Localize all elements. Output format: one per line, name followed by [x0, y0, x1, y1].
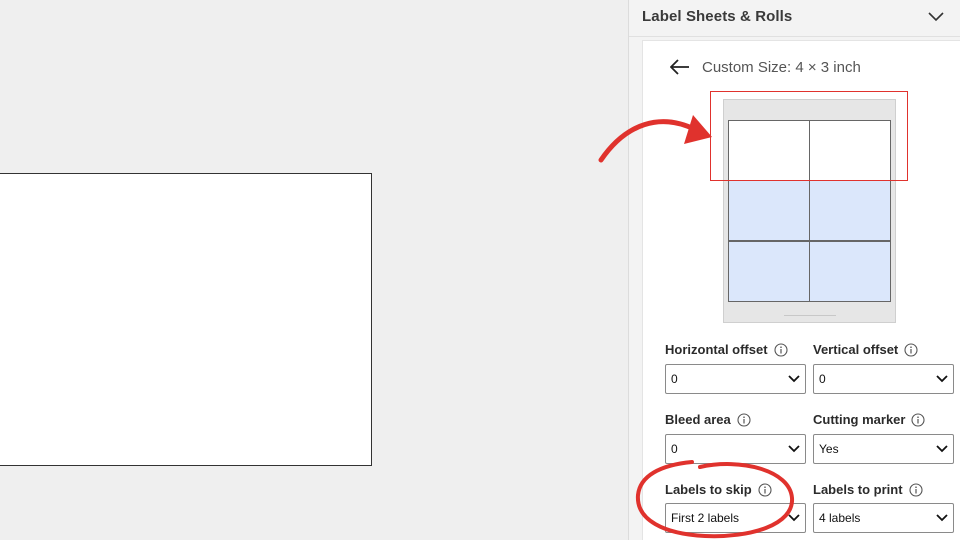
vertical-offset-label-text: Vertical offset [813, 342, 899, 357]
chevron-down-icon [936, 514, 948, 522]
info-icon[interactable] [911, 412, 926, 427]
labels-to-print-select[interactable]: 4 labels [813, 503, 954, 533]
chevron-down-icon[interactable] [924, 6, 948, 28]
chevron-down-icon [936, 445, 948, 453]
info-icon[interactable] [909, 482, 923, 497]
chevron-down-icon [788, 375, 800, 383]
bleed-area-select[interactable]: 0 [665, 434, 806, 464]
horizontal-offset-value: 0 [671, 372, 678, 386]
label-size-title: Custom Size: 4 × 3 inch [702, 59, 861, 76]
chevron-down-icon [788, 445, 800, 453]
horizontal-offset-label-text: Horizontal offset [665, 342, 768, 357]
info-icon[interactable] [758, 482, 772, 497]
vertical-offset-select[interactable]: 0 [813, 364, 954, 394]
canvas-label-preview[interactable] [0, 173, 372, 466]
info-icon[interactable] [904, 342, 918, 357]
panel-title: Label Sheets & Rolls [642, 8, 793, 25]
labels-to-print-value: 4 labels [819, 511, 861, 525]
back-arrow-icon[interactable] [669, 58, 691, 76]
labels-to-skip-value: First 2 labels [671, 511, 740, 525]
bleed-area-label: Bleed area [665, 412, 751, 427]
horizontal-offset-label: Horizontal offset [665, 342, 788, 357]
chevron-down-icon [788, 514, 800, 522]
cutting-marker-label: Cutting marker [813, 412, 926, 427]
label-settings-panel: Label Sheets & Rolls Custom Size: 4 × 3 … [628, 0, 960, 540]
label-cell-print [728, 180, 810, 241]
labels-to-skip-select[interactable]: First 2 labels [665, 503, 806, 533]
cutting-marker-value: Yes [819, 442, 839, 456]
cutting-marker-label-text: Cutting marker [813, 412, 906, 427]
vertical-offset-value: 0 [819, 372, 826, 386]
info-icon[interactable] [774, 342, 788, 357]
label-cell-print [809, 180, 891, 241]
labels-to-print-label-text: Labels to print [813, 482, 903, 497]
annotation-highlight-box [710, 91, 908, 181]
labels-to-skip-label: Labels to skip [665, 482, 772, 497]
cutting-marker-select[interactable]: Yes [813, 434, 954, 464]
labels-to-print-label: Labels to print [813, 482, 923, 497]
sheet-footer-mark [784, 315, 836, 316]
bleed-area-label-text: Bleed area [665, 412, 731, 427]
labels-to-skip-label-text: Labels to skip [665, 482, 752, 497]
panel-header: Label Sheets & Rolls [629, 0, 960, 37]
label-cell-print [728, 241, 810, 302]
vertical-offset-label: Vertical offset [813, 342, 918, 357]
label-cell-print [809, 241, 891, 302]
label-size-section: Custom Size: 4 × 3 inch Horizontal offse… [642, 40, 960, 540]
info-icon[interactable] [737, 412, 751, 427]
bleed-area-value: 0 [671, 442, 678, 456]
horizontal-offset-select[interactable]: 0 [665, 364, 806, 394]
chevron-down-icon [936, 375, 948, 383]
